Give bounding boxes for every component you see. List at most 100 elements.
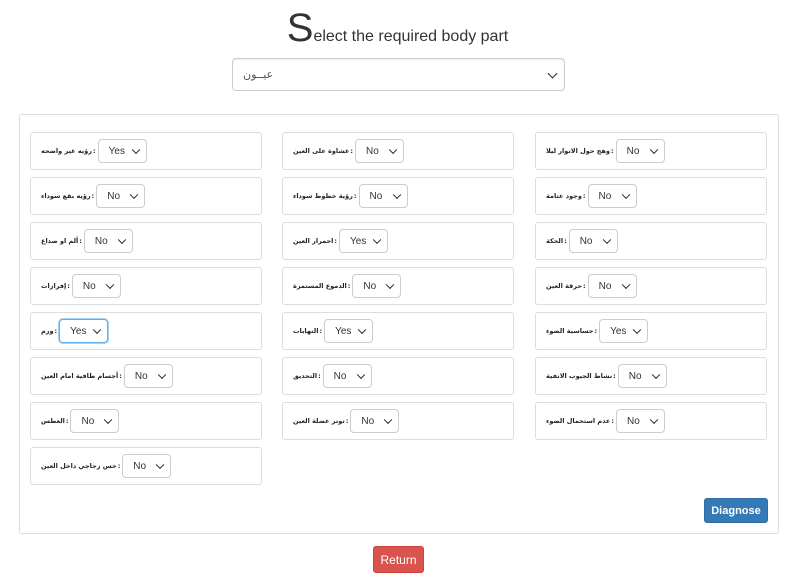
chevron-down-icon: [651, 370, 661, 380]
symptom-card: رؤيه بقع سوداء: No: [30, 177, 262, 215]
symptom-label: العطس: [41, 417, 65, 425]
symptom-label: توتر عضلة العين: [293, 417, 345, 425]
symptom-select[interactable]: No: [568, 229, 618, 253]
symptom-card: خس زجاجي داخل العين: No: [30, 447, 262, 485]
symptom-card: توتر عضلة العين: No: [282, 402, 514, 440]
chevron-down-icon: [602, 235, 611, 245]
symptom-card: نشاط الجيوب الانفية: No: [535, 357, 767, 395]
symptom-select[interactable]: Yes: [97, 139, 147, 163]
symptom-card: حرقة العين: No: [535, 267, 767, 305]
symptom-label: الدموع المستمرة: [293, 282, 347, 290]
symptom-card: الدموع المستمرة: No: [282, 267, 514, 305]
body-part-select-value: عيــون: [243, 68, 274, 81]
symptom-label: التحديق: [293, 372, 318, 380]
symptom-label: أجسام طافية امام العين: [41, 372, 119, 380]
symptom-label: التهابات: [293, 327, 319, 335]
chevron-down-icon: [621, 190, 630, 200]
symptom-select[interactable]: No: [83, 229, 133, 253]
symptom-select-value: No: [94, 236, 108, 247]
chevron-down-icon: [129, 190, 139, 200]
symptom-card: إفرازات: No: [30, 267, 262, 305]
symptom-card: وهج حول الانوار ليلا: No: [535, 132, 767, 170]
symptom-label: رؤيه بقع سوداء: [41, 192, 91, 200]
symptom-label: وهج حول الانوار ليلا: [546, 147, 611, 155]
symptom-select[interactable]: No: [352, 274, 402, 298]
chevron-down-icon: [649, 145, 658, 155]
chevron-down-icon: [92, 325, 102, 335]
symptom-card: عدم استحمال الضوء: No: [535, 402, 767, 440]
symptom-select[interactable]: No: [615, 409, 665, 433]
symptom-select-value: No: [81, 416, 95, 427]
symptom-card: أجسام طافية امام العين: No: [30, 357, 262, 395]
symptom-select-value: No: [333, 371, 347, 382]
symptom-label: رؤيه غير واضحه: [41, 147, 93, 155]
chevron-down-icon: [356, 370, 365, 380]
body-part-select[interactable]: عيــون: [232, 58, 565, 91]
symptom-label: خس زجاجي داخل العين: [41, 462, 117, 470]
symptom-select[interactable]: Yes: [599, 319, 649, 343]
symptom-card: العطس: No: [30, 402, 262, 440]
title-initial: S: [286, 6, 314, 50]
symptom-select-value: No: [361, 416, 375, 427]
symptom-select[interactable]: No: [71, 274, 121, 298]
chevron-down-icon: [157, 370, 167, 380]
symptom-card: رؤية خطوط سوداء: No: [282, 177, 514, 215]
symptom-select-value: Yes: [610, 326, 627, 337]
symptom-select[interactable]: No: [350, 409, 400, 433]
symptom-select-value: No: [133, 461, 147, 472]
symptom-card: حساسية الضوء: Yes: [535, 312, 767, 350]
symptom-label: رؤية خطوط سوداء: [293, 192, 353, 200]
symptom-label: غشاوة على العين: [293, 147, 350, 155]
symptom-select[interactable]: Yes: [324, 319, 374, 343]
page-title: Select the required body part: [0, 8, 795, 48]
symptom-card: التهابات: Yes: [282, 312, 514, 350]
symptom-label: إفرازات: [41, 282, 67, 290]
chevron-down-icon: [632, 325, 642, 335]
symptom-select-value: Yes: [108, 146, 125, 157]
symptom-card: ورم: Yes: [30, 312, 262, 350]
symptom-select[interactable]: No: [123, 364, 173, 388]
symptom-card: احمرار العين: Yes: [282, 222, 514, 260]
symptom-select-value: No: [579, 236, 593, 247]
chevron-down-icon: [372, 235, 382, 245]
diagnose-button[interactable]: Diagnose: [704, 498, 768, 523]
symptom-select[interactable]: No: [587, 274, 637, 298]
symptom-select[interactable]: No: [122, 454, 172, 478]
symptom-select[interactable]: No: [355, 139, 405, 163]
chevron-down-icon: [131, 145, 140, 155]
chevron-down-icon: [384, 415, 393, 425]
symptom-select[interactable]: No: [358, 184, 408, 208]
symptom-select-value: Yes: [70, 326, 87, 337]
chevron-down-icon: [621, 280, 630, 290]
symptom-select-value: Yes: [350, 236, 367, 247]
symptom-label: عدم استحمال الضوء: [546, 417, 611, 425]
symptom-label: حرقة العين: [546, 282, 583, 290]
symptom-select-value: No: [628, 371, 642, 382]
symptom-select[interactable]: No: [96, 184, 146, 208]
chevron-down-icon: [547, 68, 558, 79]
symptom-select[interactable]: No: [615, 139, 665, 163]
symptom-card: غشاوة على العين: No: [282, 132, 514, 170]
symptom-card: الحكة: No: [535, 222, 767, 260]
symptom-label: نشاط الجيوب الانفية: [546, 372, 613, 380]
symptom-select[interactable]: No: [322, 364, 372, 388]
symptom-card: التحديق: No: [282, 357, 514, 395]
return-button[interactable]: Return: [373, 546, 424, 573]
symptom-select[interactable]: No: [70, 409, 120, 433]
title-text: elect the required body part: [313, 28, 509, 45]
symptom-select[interactable]: No: [587, 184, 637, 208]
symptom-label: ألم او صداع: [41, 237, 79, 245]
symptom-select-value: No: [366, 146, 379, 157]
chevron-down-icon: [388, 145, 398, 155]
chevron-down-icon: [392, 190, 401, 200]
symptom-select[interactable]: Yes: [59, 319, 109, 343]
symptom-label: ورم: [41, 327, 54, 335]
chevron-down-icon: [357, 325, 367, 335]
symptom-label: حساسية الضوء: [546, 327, 594, 335]
symptom-select-value: No: [107, 191, 121, 202]
symptom-select-value: No: [598, 191, 612, 202]
symptom-select[interactable]: Yes: [339, 229, 388, 253]
symptom-select-value: No: [82, 281, 96, 292]
chevron-down-icon: [104, 415, 113, 425]
symptom-select[interactable]: No: [617, 364, 667, 388]
